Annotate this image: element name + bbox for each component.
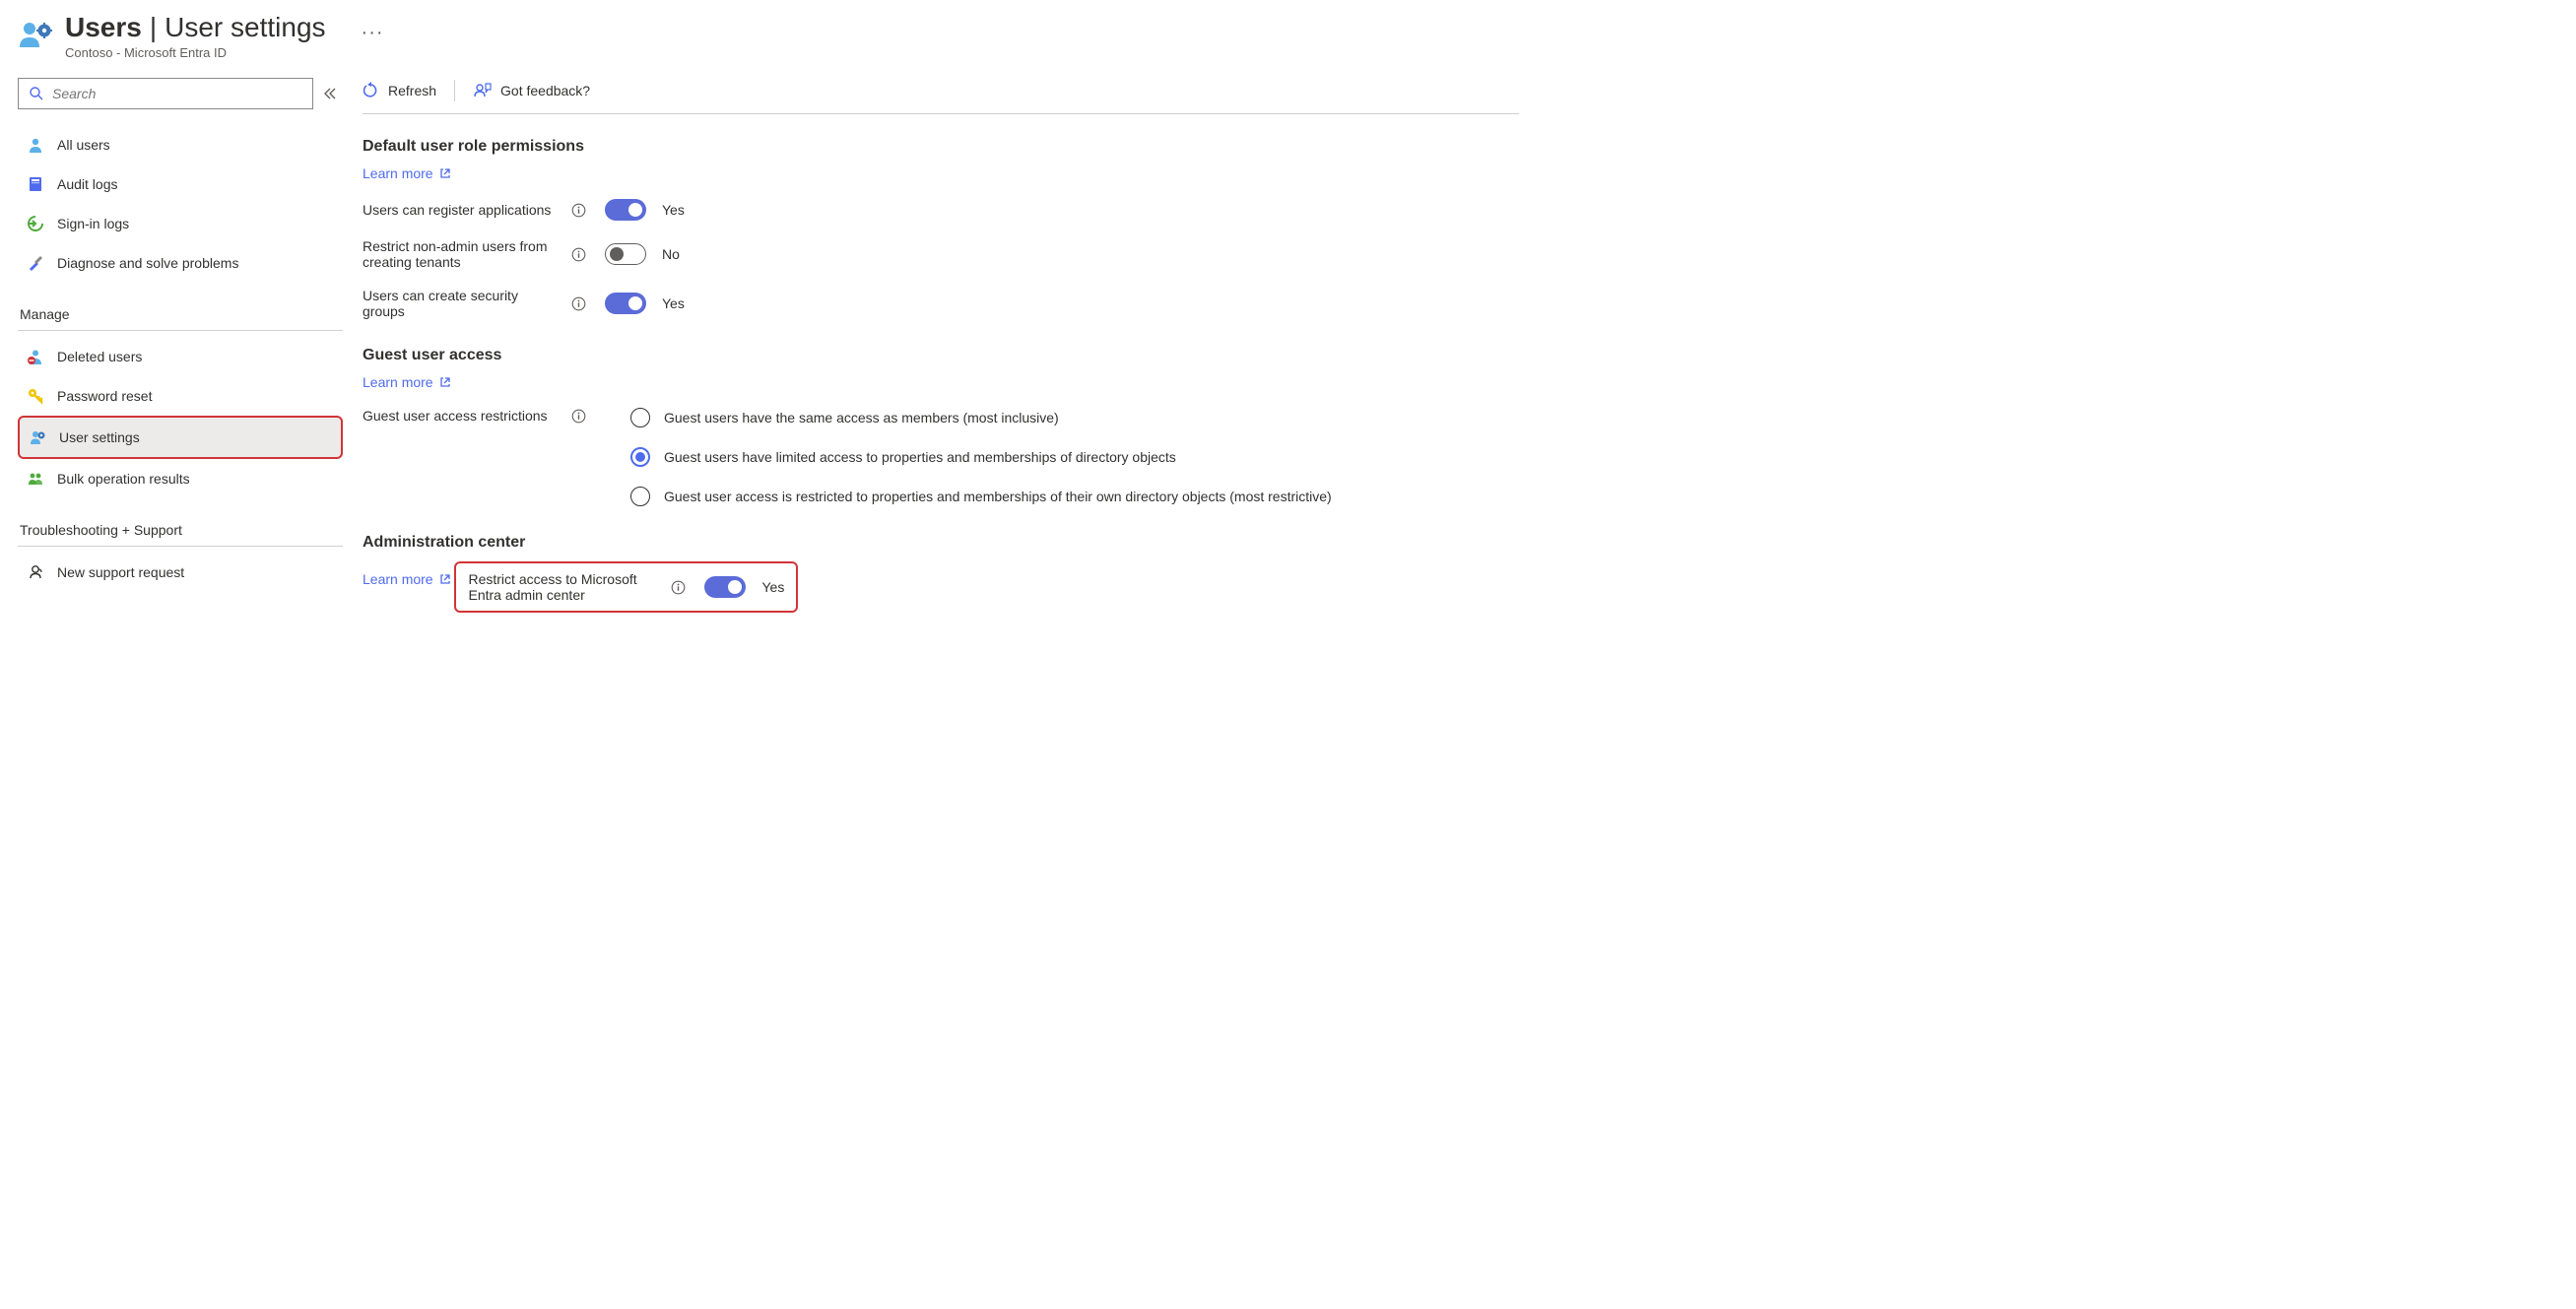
page-subtitle: Contoso - Microsoft Entra ID [65,45,326,60]
info-icon[interactable] [571,247,589,262]
sidebar-item-label: Sign-in logs [57,216,129,231]
section-title: Default user role permissions [363,138,1519,156]
collapse-sidebar-button[interactable] [323,87,343,100]
section-guest-access: Guest user access Learn more Guest user … [363,347,1519,506]
radio-option-restrictive[interactable]: Guest user access is restricted to prope… [630,487,1332,506]
radio-button[interactable] [630,447,650,467]
sidebar-item-label: User settings [59,429,140,445]
command-bar: Refresh Got feedback? [363,80,1519,114]
setting-label: Restrict access to Microsoft Entra admin… [468,571,663,603]
section-title: Guest user access [363,347,1519,364]
toggle-restrict-admin-center[interactable] [704,576,746,598]
section-default-permissions: Default user role permissions Learn more… [363,138,1519,319]
radio-button[interactable] [630,487,650,506]
learn-more-link[interactable]: Learn more [363,571,451,587]
learn-more-link[interactable]: Learn more [363,165,451,181]
radio-label: Guest user access is restricted to prope… [664,489,1332,504]
learn-more-link[interactable]: Learn more [363,374,451,390]
book-icon [26,174,45,194]
sidebar: All users Audit logs Sign-in logs Diagno… [18,78,343,640]
section-admin-center: Administration center Learn more Restric… [363,534,1519,613]
sidebar-item-label: Audit logs [57,176,117,192]
toggle-state: No [662,246,680,262]
sidebar-item-deleted-users[interactable]: Deleted users [18,337,343,376]
sidebar-item-label: All users [57,137,110,153]
sidebar-item-label: Password reset [57,388,152,404]
sidebar-item-user-settings[interactable]: User settings [18,416,343,459]
section-title: Administration center [363,534,1519,552]
setting-label: Users can create security groups [363,288,563,319]
sidebar-item-label: Deleted users [57,349,142,364]
sidebar-item-bulk-results[interactable]: Bulk operation results [18,459,343,498]
users-gear-small-icon [28,427,47,447]
search-box[interactable] [18,78,313,109]
feedback-button[interactable]: Got feedback? [473,82,590,99]
setting-create-groups: Users can create security groups Yes [363,288,1519,319]
sidebar-item-label: Diagnose and solve problems [57,255,238,271]
refresh-icon [363,82,380,99]
info-icon[interactable] [571,296,589,311]
setting-register-apps: Users can register applications Yes [363,199,1519,221]
radio-option-limited[interactable]: Guest users have limited access to prope… [630,447,1332,467]
sidebar-section-manage: Manage [18,293,343,331]
command-divider [454,80,455,101]
person-icon [26,135,45,155]
search-icon [29,86,44,101]
sidebar-item-new-support[interactable]: New support request [18,553,343,592]
radio-option-inclusive[interactable]: Guest users have the same access as memb… [630,408,1332,427]
toggle-register-apps[interactable] [605,199,646,221]
signin-icon [26,214,45,233]
toggle-state: Yes [662,295,685,311]
people-group-icon [26,469,45,489]
support-icon [26,562,45,582]
setting-restrict-admin-center-highlight: Restrict access to Microsoft Entra admin… [454,561,798,613]
external-link-icon [439,573,451,585]
external-link-icon [439,376,451,388]
setting-guest-restrictions: Guest user access restrictions Guest use… [363,408,1519,506]
search-input[interactable] [52,86,302,101]
sidebar-item-label: New support request [57,564,184,580]
key-icon [26,386,45,406]
page-title: Users | User settings [65,12,326,43]
setting-label: Restrict non-admin users from creating t… [363,238,563,270]
setting-restrict-tenants: Restrict non-admin users from creating t… [363,238,1519,270]
sidebar-item-signin-logs[interactable]: Sign-in logs [18,204,343,243]
feedback-icon [473,82,493,99]
radio-button[interactable] [630,408,650,427]
sidebar-item-audit-logs[interactable]: Audit logs [18,164,343,204]
setting-label: Users can register applications [363,202,563,218]
users-gear-icon [18,18,53,53]
setting-label: Guest user access restrictions [363,408,563,424]
info-icon[interactable] [671,580,689,595]
sidebar-section-support: Troubleshooting + Support [18,508,343,547]
toggle-create-groups[interactable] [605,293,646,314]
person-delete-icon [26,347,45,366]
page-header: Users | User settings Contoso - Microsof… [18,12,1519,60]
refresh-label: Refresh [388,83,436,98]
radio-label: Guest users have the same access as memb… [664,410,1059,425]
more-menu-button[interactable]: ··· [362,22,384,44]
external-link-icon [439,167,451,179]
toggle-restrict-tenants[interactable] [605,243,646,265]
info-icon[interactable] [571,203,589,218]
refresh-button[interactable]: Refresh [363,82,436,99]
sidebar-item-password-reset[interactable]: Password reset [18,376,343,416]
main-content: Refresh Got feedback? Default user role … [363,78,1519,640]
feedback-label: Got feedback? [500,83,590,98]
sidebar-item-all-users[interactable]: All users [18,125,343,164]
info-icon[interactable] [571,409,589,424]
sidebar-item-diagnose[interactable]: Diagnose and solve problems [18,243,343,283]
toggle-state: Yes [761,579,784,595]
tools-icon [26,253,45,273]
toggle-state: Yes [662,202,685,218]
radio-label: Guest users have limited access to prope… [664,449,1176,465]
sidebar-item-label: Bulk operation results [57,471,190,487]
